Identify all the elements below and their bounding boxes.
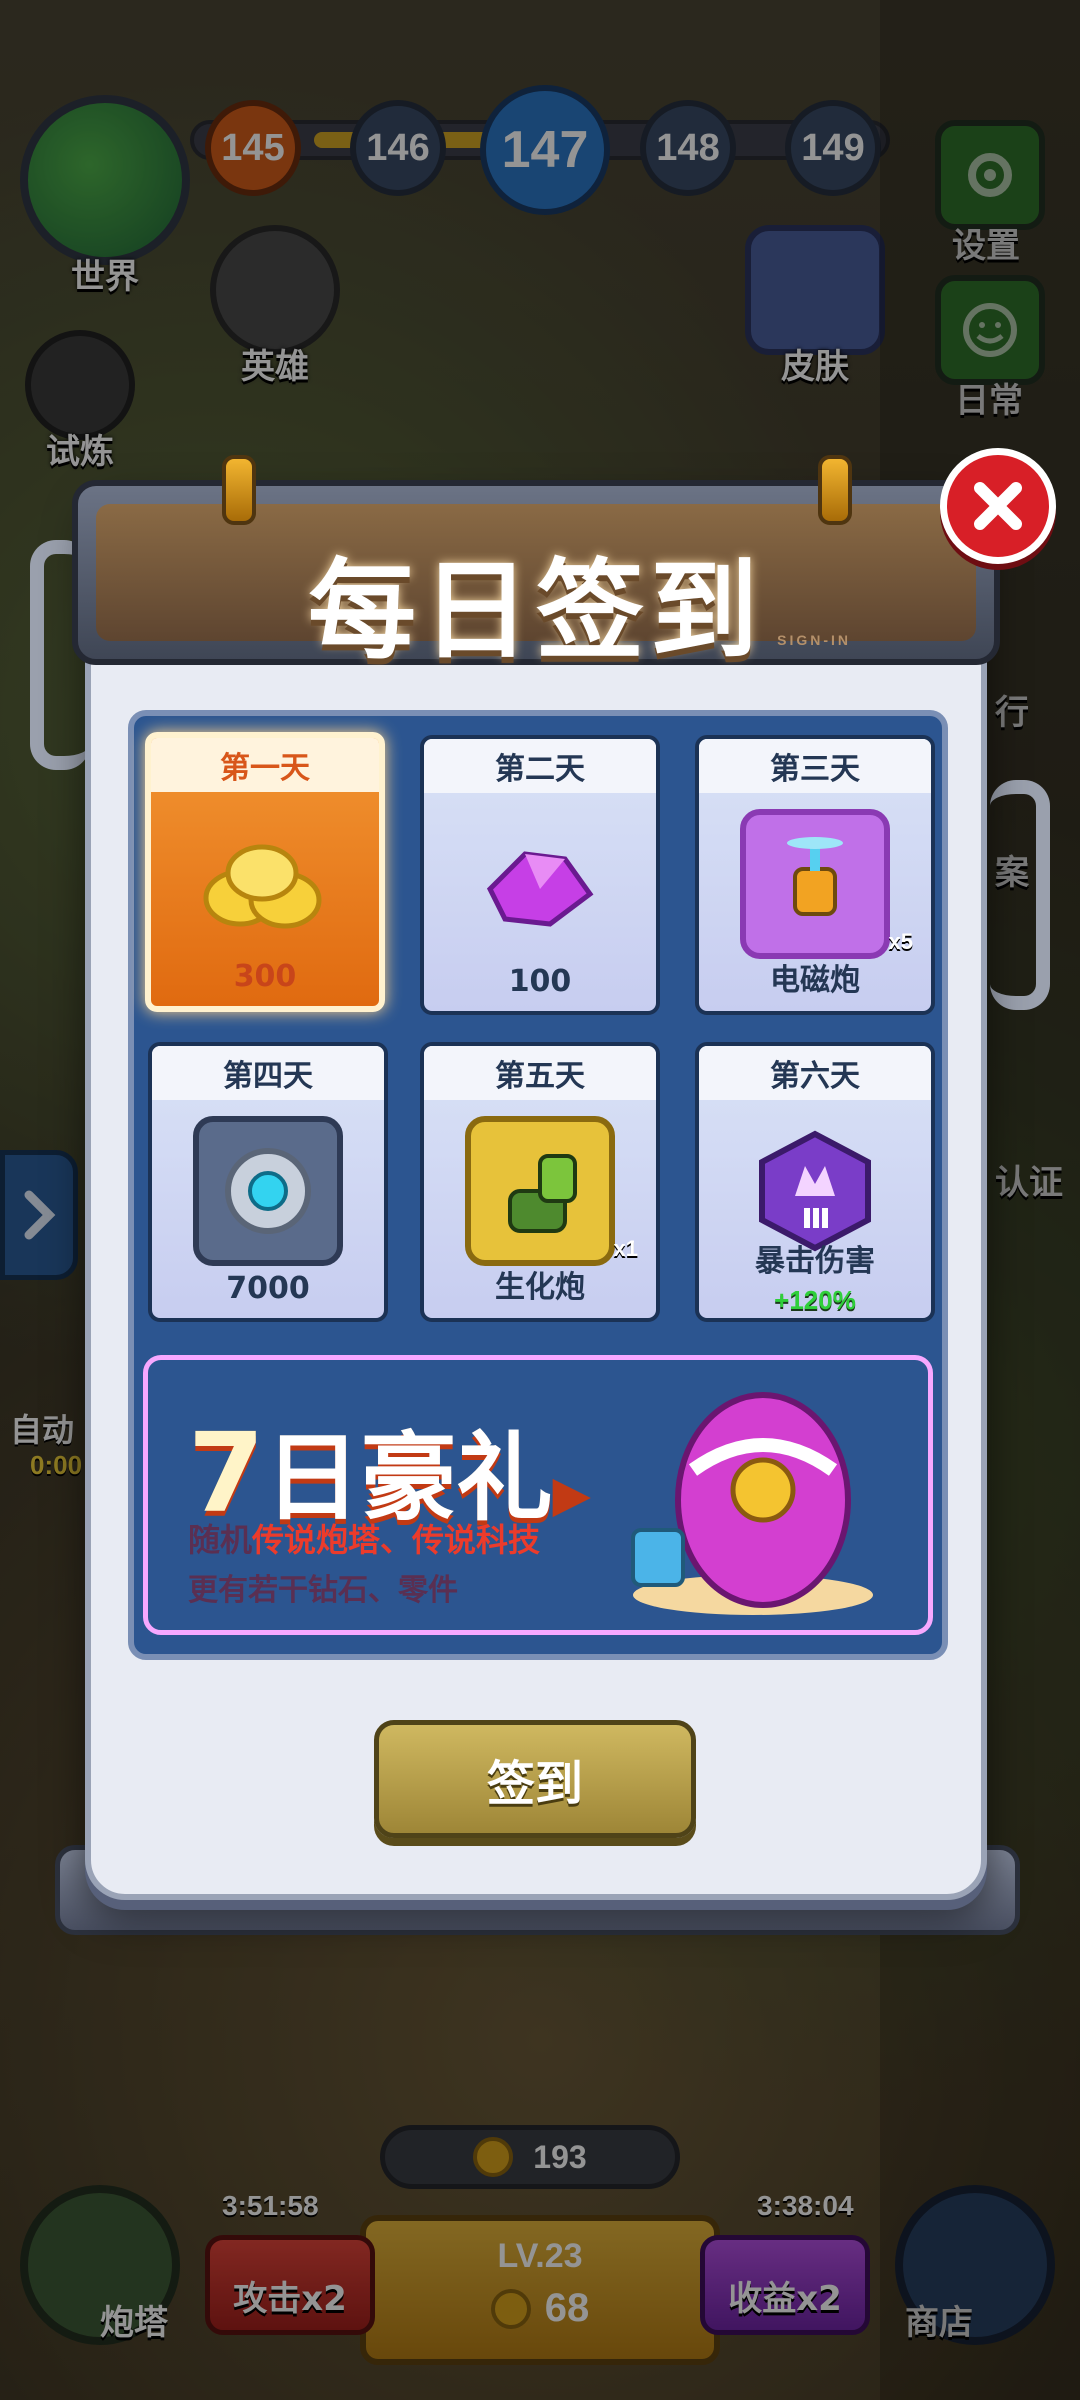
dialog-handle-right: [990, 780, 1050, 1010]
day-label: 第六天: [699, 1046, 931, 1100]
day-card-2[interactable]: 第二天 100: [420, 735, 660, 1015]
close-icon: [974, 482, 1022, 530]
day-reward-value: 暴击伤害: [755, 1244, 875, 1279]
day-label: 第二天: [424, 739, 656, 793]
gold-coins-icon: [190, 808, 340, 958]
day-card-1[interactable]: 第一天 300: [145, 732, 385, 1012]
day-card-3[interactable]: 第三天 x5 电磁炮: [695, 735, 935, 1015]
day-reward-value: 电磁炮: [770, 963, 860, 998]
day-reward-value: 100: [508, 964, 572, 999]
day-label: 第四天: [152, 1046, 384, 1100]
header-pin-left: [222, 455, 256, 525]
day-reward-value: 300: [233, 959, 297, 994]
day-card-6[interactable]: 第六天 暴击伤害 +120%: [695, 1042, 935, 1322]
promo-line1-prefix: 随机: [188, 1521, 253, 1559]
play-arrow-icon: ▶: [552, 1465, 591, 1523]
day-card-5[interactable]: 第五天 x1 生化炮: [420, 1042, 660, 1322]
day-label: 第一天: [151, 738, 379, 792]
header-pin-right: [818, 455, 852, 525]
day-7-grand-gift-banner[interactable]: 7日豪礼▶ 随机传说炮塔、传说科技 更有若干钻石、零件: [143, 1355, 933, 1635]
promo-line2: 更有若干钻石、零件: [188, 1573, 458, 1608]
day-reward-value: 7000: [226, 1271, 310, 1306]
day-reward-value: 生化炮: [495, 1270, 585, 1305]
electromagnetic-cannon-icon: [740, 809, 890, 959]
signin-button[interactable]: 签到: [374, 1720, 696, 1838]
biochemical-cannon-icon: [465, 1116, 615, 1266]
promo-line1-highlight: 传说炮塔、传说科技: [252, 1521, 541, 1559]
reward-quantity: x5: [888, 929, 913, 954]
purple-diamond-icon: [465, 809, 615, 959]
day-label: 第五天: [424, 1046, 656, 1100]
day-label: 第三天: [699, 739, 931, 793]
dialog-subtitle: SIGN-IN: [777, 632, 851, 648]
day-reward-bonus: +120%: [774, 1285, 856, 1315]
reward-quantity: x1: [613, 1236, 638, 1261]
dialog-header: 每日签到 SIGN-IN: [72, 480, 1000, 674]
day-card-4[interactable]: 第四天 7000: [148, 1042, 388, 1322]
close-button[interactable]: [940, 448, 1056, 564]
dialog-title: 每日签到: [307, 549, 764, 674]
mystery-egg-icon: [631, 1392, 873, 1615]
gear-part-icon: [193, 1116, 343, 1266]
